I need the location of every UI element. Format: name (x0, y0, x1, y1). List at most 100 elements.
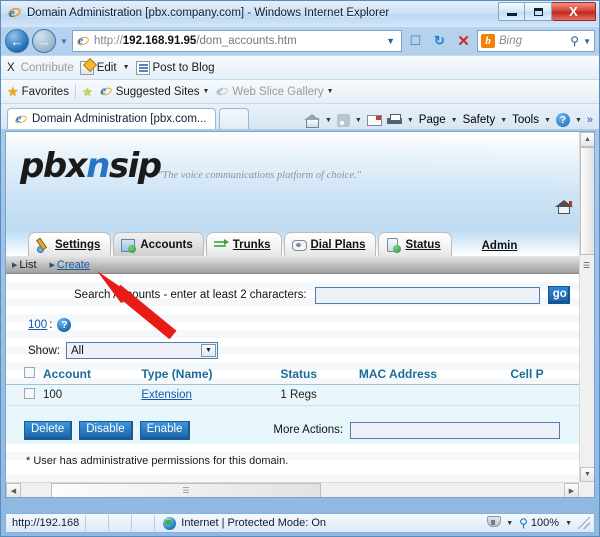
row-checkbox[interactable] (24, 388, 35, 399)
cell-mac-address (354, 384, 507, 406)
suggested-sites-caret-icon[interactable]: ▼ (202, 88, 209, 95)
maximize-button[interactable] (525, 2, 552, 21)
forward-button[interactable]: → (32, 29, 56, 53)
close-button[interactable]: X (552, 2, 596, 21)
favorites-label: Favorites (21, 85, 69, 98)
delete-button[interactable]: Delete (24, 420, 73, 440)
search-go-button[interactable]: go (547, 286, 570, 304)
search-provider-caret-icon[interactable]: ▼ (583, 37, 591, 46)
add-favorite-icon[interactable]: ★ (82, 86, 93, 98)
search-box[interactable]: b Bing ⚲ ▼ (477, 30, 595, 52)
security-zone[interactable]: Internet | Protected Mode: On (155, 516, 334, 530)
home-caret-icon[interactable]: ▼ (325, 117, 332, 124)
nav-tab-settings[interactable]: Settings (28, 232, 112, 256)
column-status[interactable]: Status (276, 365, 355, 385)
vertical-scroll-thumb[interactable] (580, 147, 594, 255)
cell-account: 100 (39, 384, 138, 406)
bing-icon: b (481, 34, 495, 48)
scroll-up-arrow-icon[interactable]: ▲ (580, 132, 594, 147)
more-actions-input[interactable] (350, 421, 561, 439)
compatibility-view-icon[interactable]: ☐ (405, 30, 426, 52)
status-icon (386, 237, 402, 253)
safety-caret-icon[interactable]: ▼ (500, 117, 507, 124)
safety-menu-button[interactable]: Safety (463, 114, 496, 126)
web-slice-label: Web Slice Gallery (232, 85, 324, 98)
breadcrumb-bar: ▶ List ▶ Create (6, 256, 579, 274)
nav-tab-status[interactable]: Status (378, 232, 452, 256)
privacy-caret-icon[interactable]: ▼ (506, 520, 513, 527)
accounts-table-head: Account Type (Name) Status MAC Address C… (6, 365, 579, 385)
minimize-button[interactable] (498, 2, 525, 21)
page-viewport: pbxnsip "The voice communications platfo… (5, 131, 595, 498)
resize-grip-icon[interactable] (578, 517, 590, 529)
nav-tab-dial-plans[interactable]: Dial Plans (283, 232, 377, 256)
zoom-caret-icon[interactable]: ▼ (565, 520, 572, 527)
favorites-button[interactable]: ★ Favorites (7, 85, 69, 98)
web-slice-gallery-button[interactable]: e Web Slice Gallery ▼ (215, 83, 334, 98)
suggested-sites-label: Suggested Sites (115, 85, 200, 98)
browser-tab-domain-administration[interactable]: e Domain Administration [pbx.com... (7, 108, 216, 129)
refresh-icon[interactable]: ↻ (429, 30, 450, 52)
recent-pages-caret-icon[interactable]: ▼ (59, 37, 69, 46)
stop-icon[interactable]: ✕ (453, 30, 474, 52)
show-filter-select[interactable]: All ▼ (65, 342, 218, 359)
help-badge-icon[interactable]: ? (57, 318, 72, 332)
search-icon[interactable]: ⚲ (570, 34, 579, 48)
home-page-icon[interactable] (555, 200, 573, 215)
page-menu-button[interactable]: Page (419, 114, 446, 126)
home-icon[interactable] (303, 113, 320, 128)
mail-icon[interactable] (366, 114, 382, 126)
horizontal-scrollbar[interactable]: ◀ ☰ ▶ (6, 482, 579, 497)
tools-menu-button[interactable]: Tools (512, 114, 539, 126)
address-dropdown-caret-icon[interactable]: ▼ (383, 36, 398, 46)
admin-link[interactable]: Admin (482, 240, 518, 256)
scroll-right-arrow-icon[interactable]: ▶ (564, 483, 579, 497)
feeds-caret-icon[interactable]: ▼ (355, 117, 362, 124)
select-all-checkbox[interactable] (24, 367, 35, 378)
url-host: 192.168.91.95 (122, 35, 197, 47)
breadcrumb-create[interactable]: ▶ Create (50, 259, 90, 271)
edit-button[interactable]: Edit (79, 60, 117, 75)
tools-caret-icon[interactable]: ▼ (544, 117, 551, 124)
suggested-sites-button[interactable]: e Suggested Sites ▼ (98, 83, 209, 98)
url-protocol: http:// (94, 35, 123, 47)
extension-link[interactable]: Extension (141, 389, 192, 401)
print-caret-icon[interactable]: ▼ (407, 117, 414, 124)
trunks-icon (213, 238, 229, 252)
column-cell-phone[interactable]: Cell P (506, 365, 579, 385)
account-count-link[interactable]: 100 (28, 319, 47, 331)
address-input[interactable]: e http://192.168.91.95/dom_accounts.htm … (72, 30, 402, 52)
address-url-text: http://192.168.91.95/dom_accounts.htm (94, 35, 379, 47)
help-caret-icon[interactable]: ▼ (575, 117, 582, 124)
scroll-left-arrow-icon[interactable]: ◀ (6, 483, 21, 497)
post-to-blog-button[interactable]: Post to Blog (135, 60, 215, 75)
column-type-name[interactable]: Type (Name) (137, 365, 277, 385)
nav-tab-trunks[interactable]: Trunks (205, 232, 282, 256)
zoom-control[interactable]: ⚲ 100% (519, 516, 559, 530)
search-accounts-input[interactable] (314, 286, 540, 304)
back-button[interactable]: ← (5, 29, 29, 53)
page-caret-icon[interactable]: ▼ (451, 117, 458, 124)
horizontal-scroll-thumb[interactable]: ☰ (51, 483, 321, 497)
scroll-down-arrow-icon[interactable]: ▼ (580, 467, 594, 482)
star-icon: ★ (7, 84, 19, 99)
help-icon[interactable]: ? (555, 113, 570, 127)
toolbar-overflow-icon[interactable]: » (587, 114, 593, 126)
new-tab-button[interactable] (218, 108, 249, 129)
chevron-down-icon[interactable]: ▼ (200, 344, 216, 357)
contribute-close-button[interactable]: X (7, 62, 15, 74)
privacy-shield-icon[interactable] (486, 516, 502, 530)
column-account[interactable]: Account (39, 365, 138, 385)
breadcrumb-list[interactable]: ▶ List (12, 259, 37, 271)
contribute-label: Contribute (20, 61, 74, 74)
disable-button[interactable]: Disable (79, 420, 133, 440)
nav-tab-trunks-label: Trunks (232, 238, 271, 251)
nav-tab-accounts[interactable]: Accounts (113, 232, 204, 256)
edit-caret-icon[interactable]: ▼ (123, 64, 130, 71)
web-slice-caret-icon[interactable]: ▼ (327, 88, 334, 95)
column-mac-address[interactable]: MAC Address (354, 365, 507, 385)
feeds-icon[interactable] (336, 113, 350, 127)
print-icon[interactable] (386, 114, 402, 126)
vertical-scrollbar[interactable]: ▲ ☰ ▼ (579, 132, 594, 482)
enable-button[interactable]: Enable (139, 420, 191, 440)
